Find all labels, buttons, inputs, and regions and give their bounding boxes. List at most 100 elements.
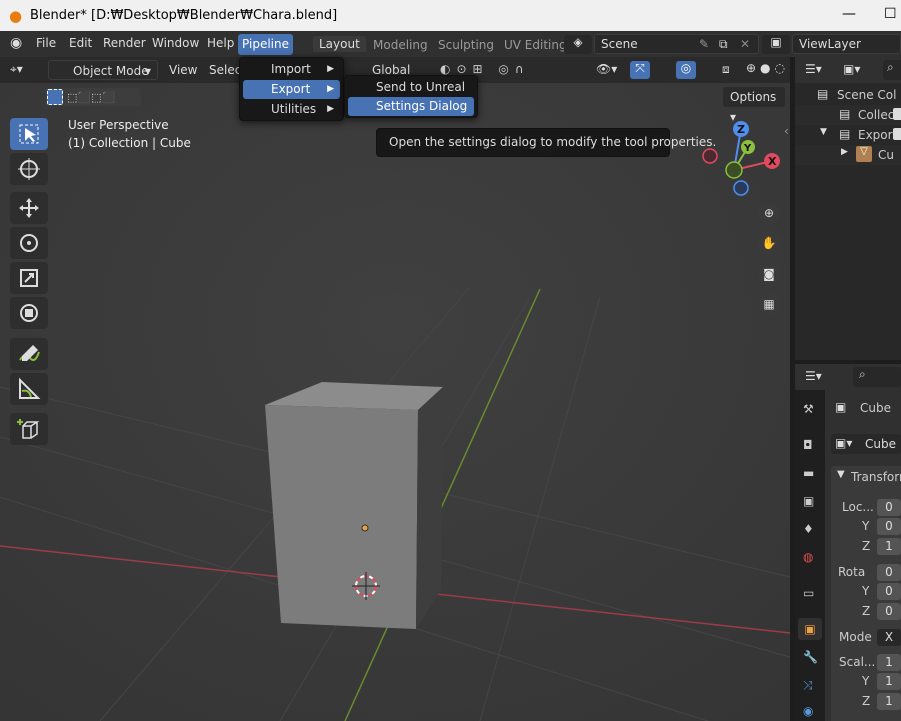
maximize-button[interactable]: ☐ <box>884 6 897 22</box>
minimize-button[interactable]: — <box>842 6 856 22</box>
menu-item-utilities[interactable]: Utilities ▶ <box>243 100 340 119</box>
world-tab-icon[interactable]: ◍ <box>803 550 813 564</box>
menu-item-import[interactable]: Import ▶ <box>243 60 340 79</box>
outliner-row[interactable]: ▤ Collec <box>795 105 901 125</box>
select-mode-buttons[interactable]: ⬚⬛⬚⬛ <box>45 88 141 106</box>
location-z-label: Z <box>862 539 871 553</box>
outliner-row[interactable]: ▤ Scene Col <box>795 85 901 105</box>
properties-editor-icon[interactable]: ☰▾ <box>805 369 822 383</box>
tool-cursor[interactable] <box>10 153 48 185</box>
shading-icons[interactable]: ⊕●◌ <box>746 61 789 75</box>
tool-tab-icon[interactable]: ⚒ <box>803 402 814 416</box>
menu-pipeline[interactable]: Pipeline <box>238 34 293 55</box>
object-tab-icon[interactable]: ▣ <box>798 618 822 640</box>
physics-tab-icon[interactable]: ◉ <box>803 704 813 718</box>
location-y-field[interactable]: 0 <box>877 518 901 535</box>
scale-x-field[interactable]: 1 <box>877 654 901 671</box>
rotation-z-field[interactable]: 0 <box>877 603 901 620</box>
rotation-z-label: Z <box>862 604 871 618</box>
expand-arrow-icon[interactable]: ▼ <box>820 127 827 137</box>
select-extend-icon[interactable]: ⬚⬛⬚⬛ <box>67 91 115 104</box>
copy-scene-icon[interactable]: ⧉ <box>719 35 728 53</box>
checkbox-icon[interactable] <box>893 128 901 140</box>
rotation-x-field[interactable]: 0 <box>877 564 901 581</box>
mode-selector[interactable]: Object Mode ▾ <box>48 60 158 80</box>
object-name[interactable]: Cube <box>860 401 891 415</box>
title-bar: ● Blender* [D:₩Desktop₩Blender₩Chara.ble… <box>0 0 901 31</box>
navigation-gizmo[interactable]: Z X Y <box>695 117 795 207</box>
neg-x-handle[interactable] <box>702 148 718 164</box>
tool-measure[interactable] <box>10 373 48 405</box>
search-icon[interactable]: ⌕ <box>883 60 901 80</box>
top-menu-bar: ◉ File Edit Render Window Help Pipeline … <box>0 31 901 57</box>
location-x-field[interactable]: 0 <box>877 499 901 516</box>
menu-render[interactable]: Render <box>103 36 146 50</box>
pin-icon[interactable]: ✎ <box>699 35 709 53</box>
tool-rotate[interactable] <box>10 227 48 259</box>
scene-icon[interactable]: ◈ <box>564 35 592 54</box>
scene-selector[interactable]: Scene ✎ ⧉ ✕ <box>594 34 759 54</box>
tab-modeling[interactable]: Modeling <box>373 38 428 52</box>
blender-menu-icon[interactable]: ◉ <box>10 35 22 51</box>
menu-help[interactable]: Help <box>207 36 234 50</box>
output-tab-icon[interactable]: ▬ <box>803 466 814 480</box>
view-layer-icon[interactable]: ▣ <box>762 35 790 54</box>
tool-move[interactable] <box>10 192 48 224</box>
particles-tab-icon[interactable]: ⤨ <box>803 678 813 693</box>
scale-z-field[interactable]: 1 <box>877 693 901 710</box>
tab-sculpting[interactable]: Sculpting <box>438 38 494 52</box>
menu-edit[interactable]: Edit <box>69 36 92 50</box>
outliner-editor-icon[interactable]: ☰▾ <box>805 62 822 76</box>
visibility-icon[interactable]: 👁▾ <box>596 62 617 76</box>
scale-y-field[interactable]: 1 <box>877 673 901 690</box>
modifier-tab-icon[interactable]: 🔧 <box>803 650 818 664</box>
pan-hand-icon[interactable]: ✋ <box>758 232 780 254</box>
tab-layout[interactable]: Layout <box>313 36 366 52</box>
tool-annotate[interactable] <box>10 338 48 370</box>
outliner-row[interactable]: ▼ ▤ Export <box>795 125 901 145</box>
view-layer-tab-icon[interactable]: ▣ <box>803 494 814 508</box>
object-data-selector[interactable]: ▣▾ Cube <box>831 434 901 454</box>
tool-add-cube[interactable] <box>10 413 48 445</box>
display-mode-icon[interactable]: ▣▾ <box>843 62 860 76</box>
tab-uv-editing[interactable]: UV Editing <box>504 38 567 52</box>
view-layer-selector[interactable]: ViewLayer <box>792 34 901 54</box>
menu-item-export[interactable]: Export ▶ <box>243 80 340 99</box>
close-icon[interactable]: ✕ <box>740 35 750 53</box>
perspective-grid-icon[interactable]: ▦ <box>758 293 780 315</box>
search-icon[interactable]: ⌕ <box>853 367 901 387</box>
tool-scale[interactable] <box>10 262 48 294</box>
camera-icon[interactable]: ◙ <box>758 263 780 285</box>
menu-item-send-to-unreal[interactable]: Send to Unreal <box>348 78 474 97</box>
menu-file[interactable]: File <box>36 36 56 50</box>
menu-window[interactable]: Window <box>152 36 199 50</box>
neg-y-handle[interactable] <box>725 161 743 179</box>
editor-type-icon[interactable]: ⌖▾ <box>10 62 23 77</box>
overlay-icons[interactable]: ◐⊙⊞ ◎∩ <box>440 62 530 76</box>
scale-z-label: Z <box>862 694 871 708</box>
perspective-label: User Perspective <box>68 118 169 132</box>
rotation-y-field[interactable]: 0 <box>877 583 901 600</box>
rotation-mode-selector[interactable]: X <box>877 629 901 646</box>
location-z-field[interactable]: 1 <box>877 538 901 555</box>
cube-mesh[interactable] <box>265 382 443 629</box>
menu-item-settings-dialog[interactable]: Settings Dialog <box>348 97 474 116</box>
zoom-icon[interactable]: ⊕ <box>758 202 780 224</box>
tool-select-box[interactable] <box>10 118 48 150</box>
gizmo-toggle-icon[interactable]: ⤧ <box>630 61 650 79</box>
select-new-icon[interactable] <box>47 89 63 105</box>
checkbox-icon[interactable] <box>893 108 901 120</box>
collection-tab-icon[interactable]: ▭ <box>803 586 814 600</box>
options-button[interactable]: Options ▾ <box>723 87 785 124</box>
sidebar-toggle-icon[interactable]: ‹ <box>784 124 789 138</box>
neg-z-handle[interactable] <box>733 180 749 196</box>
expand-arrow-icon[interactable]: ▶ <box>841 147 848 157</box>
render-tab-icon[interactable]: ◘ <box>803 438 813 452</box>
scene-tab-icon[interactable]: ♦ <box>803 522 814 536</box>
overlays-toggle-icon[interactable]: ◎ <box>676 61 696 79</box>
transform-panel-header[interactable]: ▼ Transform <box>831 466 901 488</box>
xray-icon[interactable]: ⧈ <box>722 62 730 77</box>
menu-view[interactable]: View <box>169 63 197 77</box>
outliner-row[interactable]: ▶ ▽ Cu <box>795 145 901 165</box>
tool-transform[interactable] <box>10 297 48 329</box>
